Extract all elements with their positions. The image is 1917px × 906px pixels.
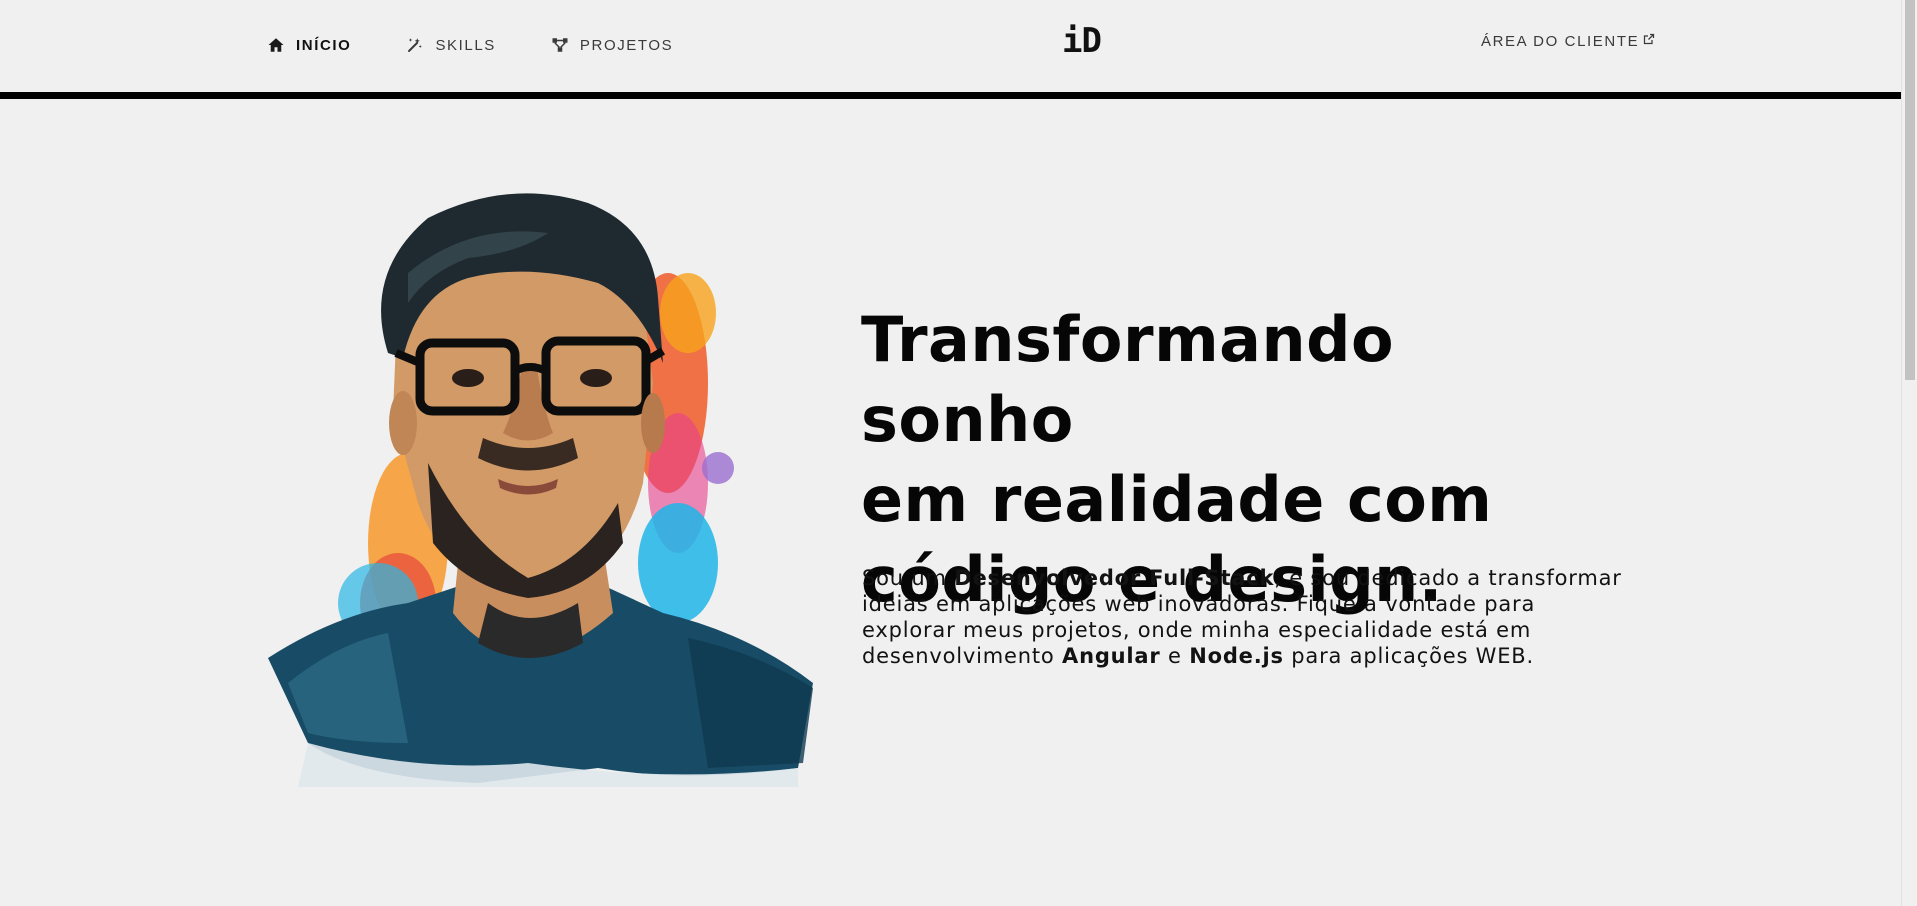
desc-text: Sou um: [862, 566, 955, 590]
site-header: INÍCIO SKILLS PROJETOS iD ÁREA DO CLIENT…: [0, 0, 1901, 92]
nav-item-label: INÍCIO: [296, 36, 352, 54]
desc-emphasis-nodejs: Node.js: [1189, 644, 1284, 668]
nav-item-inicio[interactable]: INÍCIO: [266, 33, 351, 57]
external-link-icon: [1643, 32, 1655, 45]
magic-wand-icon: [405, 35, 425, 55]
main-nav: INÍCIO SKILLS PROJETOS: [266, 33, 727, 57]
desc-emphasis-role: Desenvolvedor Full-Stack: [954, 566, 1275, 590]
hero-title-line: em realidade com: [861, 463, 1493, 536]
profile-portrait: [268, 183, 820, 787]
nav-item-projetos[interactable]: PROJETOS: [550, 33, 673, 57]
header-divider: [0, 92, 1901, 99]
nav-item-label: PROJETOS: [579, 36, 674, 54]
home-icon: [266, 35, 286, 55]
hero-title-line: Transformando sonho: [861, 303, 1395, 456]
desc-emphasis-angular: Angular: [1062, 644, 1161, 668]
client-area-link[interactable]: ÁREA DO CLIENTE: [1481, 33, 1655, 57]
hero-description: Sou um Desenvolvedor Full-Stack, e sou d…: [862, 565, 1622, 669]
client-area-label: ÁREA DO CLIENTE: [1481, 33, 1640, 50]
site-logo[interactable]: iD: [1062, 22, 1108, 60]
scrollbar-thumb[interactable]: [1905, 0, 1915, 380]
nav-item-label: SKILLS: [435, 36, 496, 54]
page-scrollbar[interactable]: [1901, 0, 1917, 906]
desc-text: e: [1160, 644, 1190, 668]
page: INÍCIO SKILLS PROJETOS iD ÁREA DO CLIENT…: [0, 0, 1917, 906]
nav-item-skills[interactable]: SKILLS: [405, 33, 495, 57]
desc-text: para aplicações WEB.: [1283, 644, 1534, 668]
network-icon: [550, 35, 570, 55]
